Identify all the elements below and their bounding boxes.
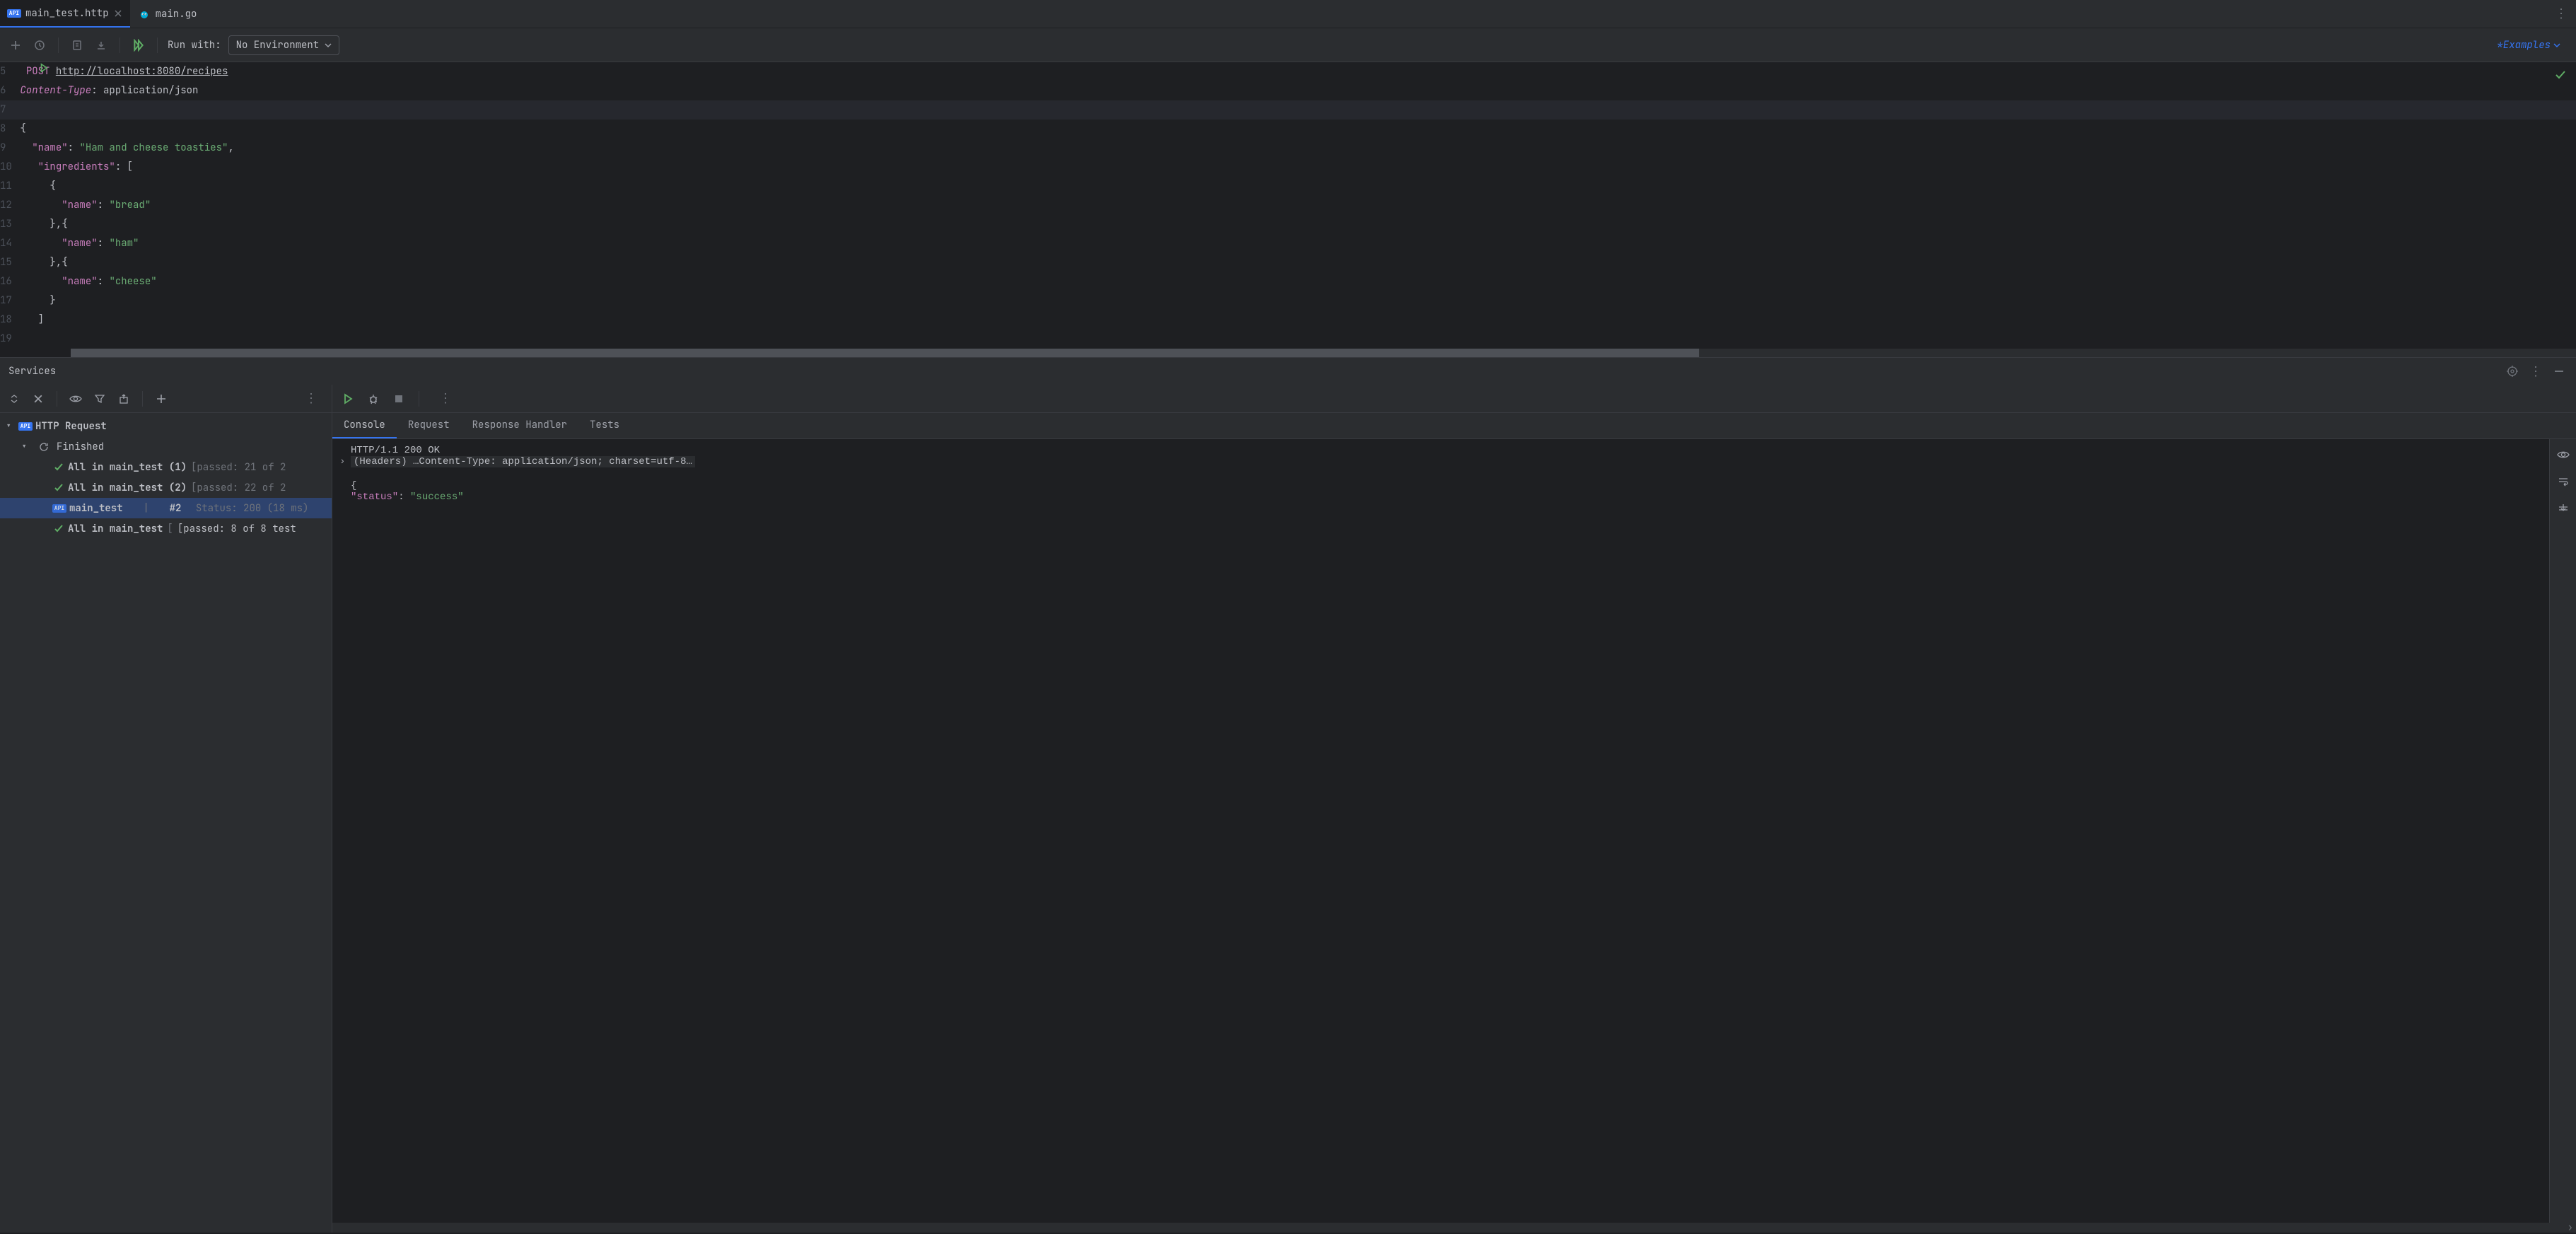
http-toolbar: Run with: No Environment *Examples xyxy=(0,28,2576,62)
console-side-tools xyxy=(2549,439,2576,1223)
import-icon[interactable] xyxy=(93,37,110,54)
line-number: 16 xyxy=(0,275,26,288)
add-service-icon[interactable] xyxy=(153,390,170,407)
services-panel: Services ⋮ xyxy=(0,357,2576,1233)
line-number: 8 xyxy=(0,122,20,135)
output-line: HTTP/1.1 200 OK xyxy=(341,445,2541,456)
console-output[interactable]: HTTP/1.1 200 OK › (Headers) …Content-Typ… xyxy=(332,439,2549,1223)
chevron-down-icon xyxy=(325,42,332,49)
chevron-down-icon: ▾ xyxy=(6,420,16,433)
tree-more-icon[interactable]: ⋮ xyxy=(296,390,326,407)
console-pane: ⋮ Console Request Response Handler Tests… xyxy=(332,385,2576,1233)
tab-label: main_test.http xyxy=(25,7,109,20)
stop-icon[interactable] xyxy=(390,390,407,407)
pass-icon xyxy=(54,524,64,534)
tab-main-test-http[interactable]: API main_test.http xyxy=(0,0,130,28)
tab-tests[interactable]: Tests xyxy=(578,413,631,438)
output-line: (Headers) …Content-Type: application/jso… xyxy=(351,456,695,467)
show-passed-icon[interactable] xyxy=(67,390,84,407)
go-file-icon xyxy=(139,8,150,20)
line-number: 7 xyxy=(0,103,20,116)
services-more-icon[interactable]: ⋮ xyxy=(2521,363,2551,380)
examples-link[interactable]: *Examples xyxy=(2497,39,2569,52)
line-number: 10 xyxy=(0,161,26,173)
code-editor[interactable]: 5 POST http://localhost:8080/recipes 6Co… xyxy=(0,62,2576,357)
tab-request[interactable]: Request xyxy=(397,413,461,438)
pass-icon xyxy=(54,462,64,472)
expand-collapse-icon[interactable] xyxy=(6,390,23,407)
api-file-icon: API xyxy=(8,8,20,19)
filter-icon[interactable] xyxy=(91,390,108,407)
refresh-icon xyxy=(35,438,52,455)
tab-label: main.go xyxy=(156,8,197,21)
chevron-down-icon xyxy=(2553,42,2560,49)
output-line: { xyxy=(341,480,2541,491)
environment-select[interactable]: No Environment xyxy=(228,35,340,55)
editor-tab-bar: API main_test.http main.go ⋮ xyxy=(0,0,2576,28)
chevron-right-icon[interactable]: › xyxy=(339,456,345,467)
services-tree-pane: ⋮ ▾ API HTTP Request ▾ Finished xyxy=(0,385,332,1233)
line-number: 15 xyxy=(0,256,26,269)
hide-panel-icon[interactable] xyxy=(2551,363,2568,380)
tab-response-handler[interactable]: Response Handler xyxy=(461,413,578,438)
line-number: 17 xyxy=(0,294,26,307)
line-number: 11 xyxy=(0,180,26,192)
run-all-icon[interactable] xyxy=(130,37,147,54)
line-number: 5 xyxy=(0,65,20,78)
close-all-icon[interactable] xyxy=(30,390,47,407)
debug-icon[interactable] xyxy=(365,390,382,407)
console-horizontal-scrollbar[interactable]: › xyxy=(332,1223,2576,1233)
line-number: 19 xyxy=(0,332,26,345)
pass-icon xyxy=(54,483,64,493)
tree-row-result-selected[interactable]: API main_test | #2 Status: 200 (18 ms) xyxy=(0,498,332,518)
target-icon[interactable] xyxy=(2504,363,2521,380)
add-request-icon[interactable] xyxy=(7,37,24,54)
line-number: 13 xyxy=(0,218,26,231)
export-icon[interactable] xyxy=(115,390,132,407)
rerun-icon[interactable] xyxy=(339,390,356,407)
scroll-to-end-icon[interactable] xyxy=(2555,500,2572,517)
line-number: 18 xyxy=(0,313,26,326)
api-badge-icon: API xyxy=(54,503,65,514)
editor-horizontal-scrollbar[interactable] xyxy=(71,349,2576,357)
tree-row-result-4[interactable]: All in main_test [[passed: 8 of 8 test xyxy=(0,518,332,539)
tree-row-finished[interactable]: ▾ Finished xyxy=(0,436,332,457)
services-title: Services xyxy=(8,365,56,378)
tree-row-result-2[interactable]: All in main_test (2) [passed: 22 of 2 xyxy=(0,477,332,498)
run-with-label: Run with: xyxy=(168,39,221,52)
run-gutter-icon[interactable] xyxy=(39,63,49,73)
line-number: 9 xyxy=(0,141,20,154)
tab-bar-more-icon[interactable]: ⋮ xyxy=(2546,6,2576,22)
history-icon[interactable] xyxy=(31,37,48,54)
soft-wrap-icon[interactable] xyxy=(2555,473,2572,490)
line-number: 6 xyxy=(0,84,20,97)
close-tab-icon[interactable] xyxy=(115,10,122,17)
tab-main-go[interactable]: main.go xyxy=(130,0,206,28)
line-number: 12 xyxy=(0,199,26,211)
tree-row-http-request[interactable]: ▾ API HTTP Request xyxy=(0,416,332,436)
api-badge-icon: API xyxy=(20,421,31,432)
tree-row-result-1[interactable]: All in main_test (1) [passed: 21 of 2 xyxy=(0,457,332,477)
show-hidden-icon[interactable] xyxy=(2555,446,2572,463)
convert-icon[interactable] xyxy=(69,37,86,54)
line-number: 14 xyxy=(0,237,26,250)
console-more-icon[interactable]: ⋮ xyxy=(431,390,460,407)
chevron-down-icon: ▾ xyxy=(21,441,31,453)
tab-console[interactable]: Console xyxy=(332,413,397,438)
environment-value: No Environment xyxy=(236,39,320,52)
chevron-right-icon[interactable]: › xyxy=(2568,1221,2573,1234)
